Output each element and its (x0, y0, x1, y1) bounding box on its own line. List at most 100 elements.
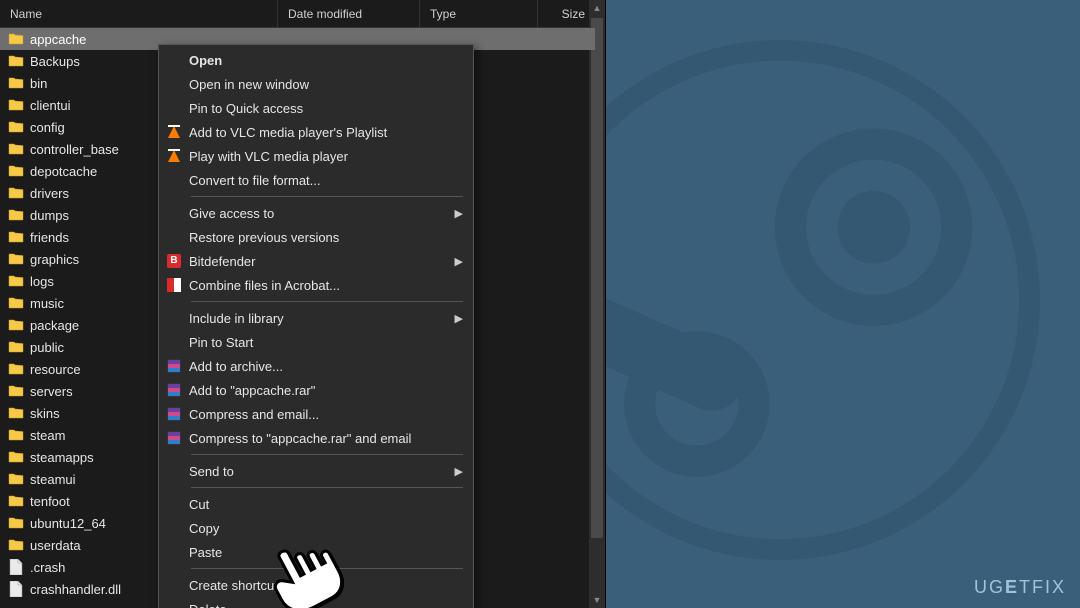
header-type[interactable]: Type (420, 0, 538, 27)
menu-item-label: Pin to Quick access (189, 101, 463, 116)
menu-item[interactable]: Pin to Start (161, 330, 471, 354)
folder-label: steamapps (30, 450, 94, 465)
folder-icon (8, 97, 24, 113)
submenu-arrow-icon: ▶ (453, 207, 463, 220)
folder-label: skins (30, 406, 60, 421)
folder-label: tenfoot (30, 494, 70, 509)
file-icon (8, 581, 24, 597)
folder-label: appcache (30, 32, 86, 47)
folder-label: friends (30, 230, 69, 245)
menu-item-label: Compress and email... (189, 407, 463, 422)
column-headers: Name Date modified Type Size (0, 0, 605, 28)
folder-icon (8, 251, 24, 267)
menu-item[interactable]: Compress and email... (161, 402, 471, 426)
menu-item-label: Give access to (189, 206, 447, 221)
menu-item[interactable]: Convert to file format... (161, 168, 471, 192)
folder-icon (8, 75, 24, 91)
context-menu: OpenOpen in new window Pin to Quick acces… (158, 44, 474, 608)
file-label: .crash (30, 560, 65, 575)
bitdefender-icon: B (167, 254, 181, 268)
menu-item[interactable]: Cut (161, 492, 471, 516)
scroll-up-button[interactable]: ▲ (589, 0, 605, 16)
folder-icon (8, 471, 24, 487)
folder-label: graphics (30, 252, 79, 267)
menu-item[interactable]: Open in new window (161, 72, 471, 96)
header-size[interactable]: Size (538, 0, 596, 27)
folder-icon (8, 119, 24, 135)
menu-item[interactable]: Copy (161, 516, 471, 540)
menu-item-label: Send to (189, 464, 447, 479)
menu-item[interactable]: Add to archive... (161, 354, 471, 378)
menu-item[interactable]: Restore previous versions (161, 225, 471, 249)
folder-label: bin (30, 76, 47, 91)
folder-icon (8, 383, 24, 399)
folder-label: steam (30, 428, 65, 443)
watermark: UGETFIX (974, 577, 1066, 598)
submenu-arrow-icon: ▶ (453, 312, 463, 325)
menu-item[interactable]: Compress to "appcache.rar" and email (161, 426, 471, 450)
folder-icon (8, 449, 24, 465)
folder-icon (8, 141, 24, 157)
menu-separator (191, 196, 463, 197)
menu-item[interactable]: Give access to ▶ (161, 201, 471, 225)
menu-item[interactable]: Create shortcut (161, 573, 471, 597)
menu-item-label: Combine files in Acrobat... (189, 278, 463, 293)
acrobat-icon (167, 278, 181, 292)
menu-item-label: Copy (189, 521, 463, 536)
menu-item[interactable]: Delete (161, 597, 471, 608)
menu-item[interactable]: Add to VLC media player's Playlist (161, 120, 471, 144)
menu-item[interactable]: Send to ▶ (161, 459, 471, 483)
folder-icon (8, 185, 24, 201)
folder-label: ubuntu12_64 (30, 516, 106, 531)
menu-item[interactable]: Add to "appcache.rar" (161, 378, 471, 402)
folder-label: resource (30, 362, 81, 377)
folder-label: public (30, 340, 64, 355)
menu-item-label: Create shortcut (189, 578, 463, 593)
menu-item[interactable]: Pin to Quick access (161, 96, 471, 120)
menu-item[interactable]: Play with VLC media player (161, 144, 471, 168)
folder-icon (8, 53, 24, 69)
menu-item-label: Include in library (189, 311, 447, 326)
folder-label: steamui (30, 472, 76, 487)
menu-item[interactable]: Open (161, 48, 471, 72)
menu-separator (191, 487, 463, 488)
folder-label: drivers (30, 186, 69, 201)
folder-label: config (30, 120, 65, 135)
vlc-icon (168, 126, 180, 138)
submenu-arrow-icon: ▶ (453, 255, 463, 268)
menu-item-label: Pin to Start (189, 335, 463, 350)
submenu-arrow-icon: ▶ (453, 465, 463, 478)
folder-label: clientui (30, 98, 70, 113)
menu-item[interactable]: Combine files in Acrobat... (161, 273, 471, 297)
file-label: crashhandler.dll (30, 582, 121, 597)
menu-separator (191, 301, 463, 302)
menu-item-label: Play with VLC media player (189, 149, 463, 164)
folder-icon (8, 339, 24, 355)
header-name[interactable]: Name (0, 0, 278, 27)
winrar-icon (167, 359, 181, 373)
menu-item[interactable]: Include in library ▶ (161, 306, 471, 330)
menu-item[interactable]: BBitdefender▶ (161, 249, 471, 273)
folder-icon (8, 493, 24, 509)
header-date-modified[interactable]: Date modified (278, 0, 420, 27)
folder-label: depotcache (30, 164, 97, 179)
menu-item-label: Restore previous versions (189, 230, 463, 245)
winrar-icon (167, 407, 181, 421)
folder-label: dumps (30, 208, 69, 223)
folder-icon (8, 537, 24, 553)
folder-label: servers (30, 384, 73, 399)
menu-item-label: Compress to "appcache.rar" and email (189, 431, 463, 446)
folder-label: music (30, 296, 64, 311)
winrar-icon (167, 431, 181, 445)
watermark-mid: E (1005, 577, 1019, 597)
folder-icon (8, 31, 24, 47)
menu-item-label: Add to VLC media player's Playlist (189, 125, 463, 140)
folder-label: logs (30, 274, 54, 289)
menu-item-label: Cut (189, 497, 463, 512)
vlc-icon (168, 150, 180, 162)
menu-item[interactable]: Paste (161, 540, 471, 564)
folder-icon (8, 229, 24, 245)
folder-label: Backups (30, 54, 80, 69)
folder-icon (8, 295, 24, 311)
menu-item-label: Add to "appcache.rar" (189, 383, 463, 398)
